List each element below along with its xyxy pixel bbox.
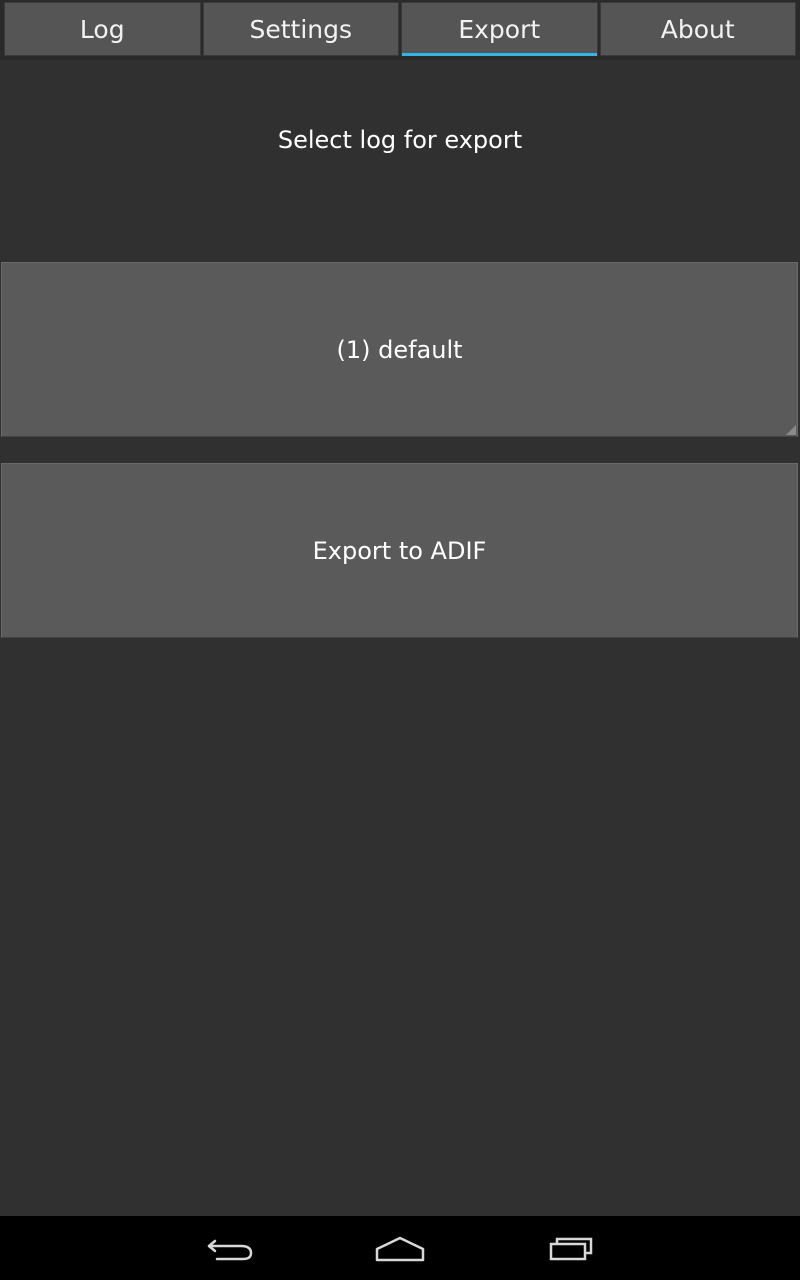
navigation-bar xyxy=(0,1216,800,1280)
export-title: Select log for export xyxy=(277,126,523,154)
tab-settings[interactable]: Settings xyxy=(202,2,399,56)
home-button[interactable] xyxy=(370,1230,430,1266)
back-button[interactable] xyxy=(200,1230,260,1266)
tab-bar: Log Settings Export About xyxy=(0,0,800,60)
home-icon xyxy=(375,1236,425,1262)
tab-settings-label: Settings xyxy=(249,14,353,44)
back-icon xyxy=(207,1239,253,1261)
export-adif-button-label: Export to ADIF xyxy=(312,536,487,565)
tab-about-label: About xyxy=(660,14,735,44)
tab-export[interactable]: Export xyxy=(401,2,598,56)
spinner-dropdown-icon xyxy=(786,425,796,435)
tab-about[interactable]: About xyxy=(599,2,796,56)
app-root: Log Settings Export About Select log for… xyxy=(0,0,800,1280)
tab-log[interactable]: Log xyxy=(4,2,201,56)
recents-icon xyxy=(549,1237,593,1261)
log-select-spinner[interactable]: (1) default xyxy=(1,262,798,437)
tab-log-label: Log xyxy=(79,14,125,44)
tab-export-label: Export xyxy=(458,14,541,44)
recents-button[interactable] xyxy=(541,1230,601,1266)
export-adif-button[interactable]: Export to ADIF xyxy=(1,463,798,638)
log-select-value: (1) default xyxy=(336,335,463,364)
